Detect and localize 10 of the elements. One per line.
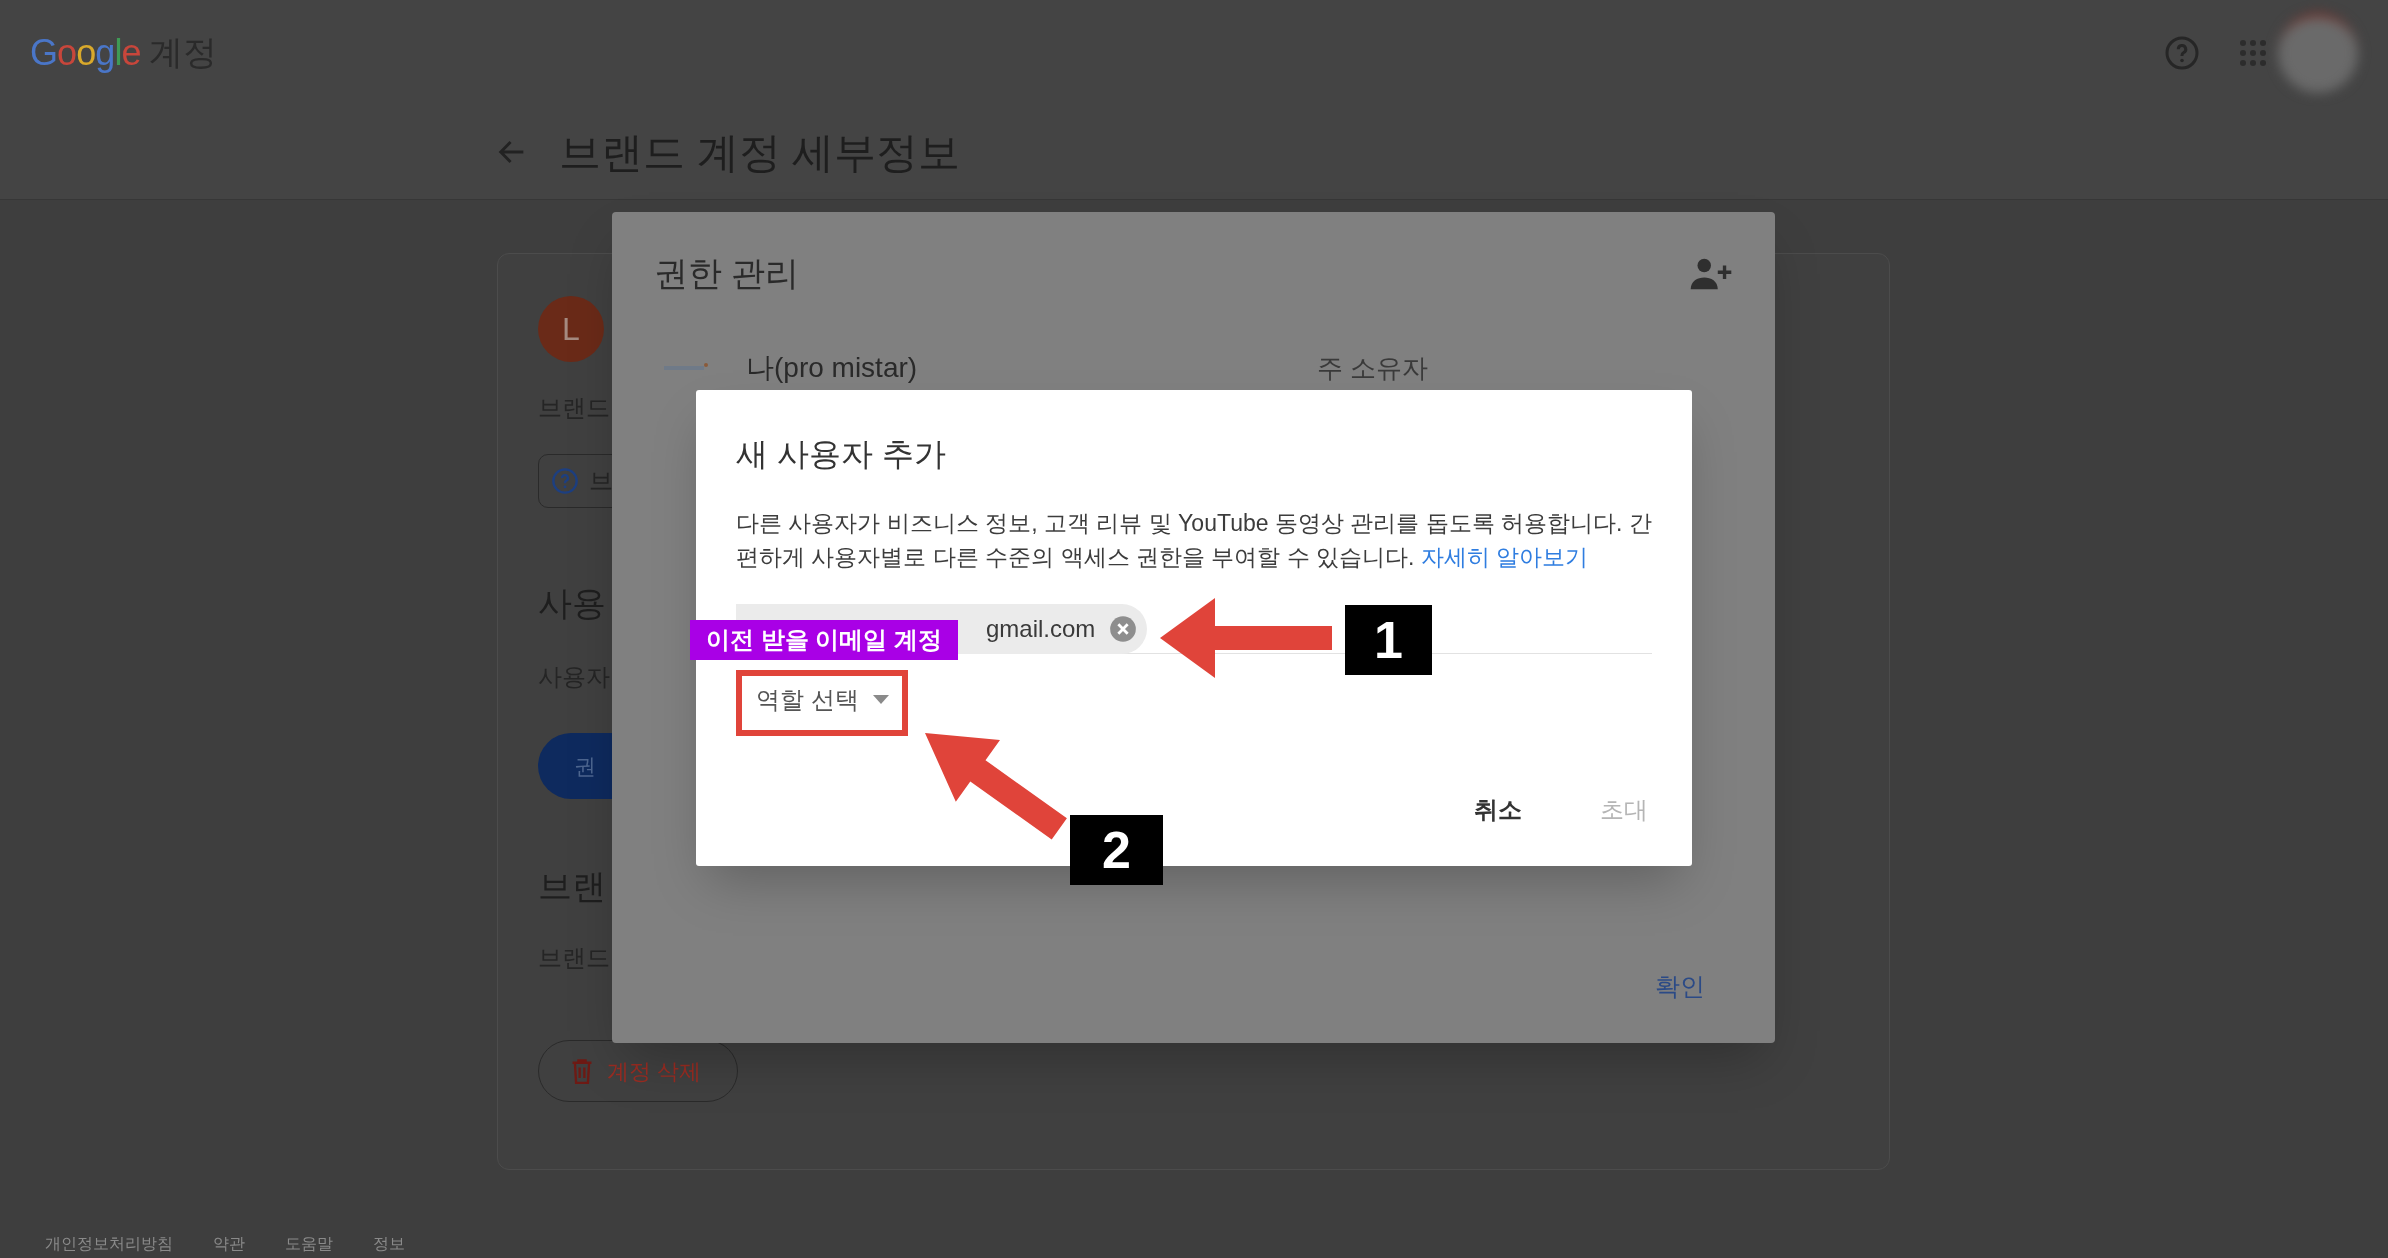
dialog-title: 권한 관리	[654, 253, 800, 294]
callout-label: 이전 받을 이메일 계정	[690, 620, 958, 660]
owner-role: 주 소유자	[1317, 351, 1429, 385]
step-number: 1	[1345, 605, 1432, 675]
owner-name: 나(pro mistar)	[746, 351, 918, 385]
brand-avatar: L	[538, 296, 604, 362]
step-number: 2	[1070, 815, 1163, 885]
dialog-description: 다른 사용자가 비즈니스 정보, 고객 리뷰 및 YouTube 동영상 관리를 돕도록 허용합니다. 간편하게 사용자별로 다른 수준의 액세스 권한을 부여할 수 있습니다. 자세히 알아보기	[736, 509, 1653, 572]
dialog-title: 새 사용자 추가	[736, 435, 947, 474]
email-text: gmail.com	[986, 613, 1096, 644]
